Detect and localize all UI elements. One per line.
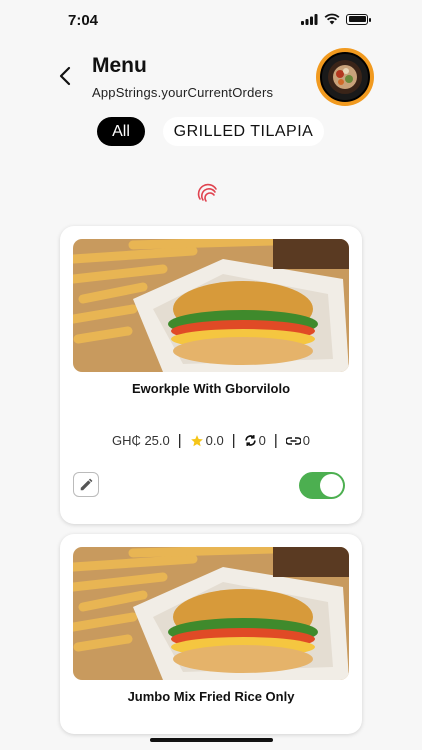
battery-icon bbox=[346, 13, 371, 25]
star-icon bbox=[190, 434, 203, 446]
price-stat: GH₵ 25.0 bbox=[112, 433, 170, 448]
restaurant-logo-avatar bbox=[320, 52, 370, 102]
status-bar: 7:04 bbox=[0, 0, 422, 44]
link-icon bbox=[285, 436, 301, 445]
reorder-stat: 0 bbox=[244, 433, 266, 448]
price-value: GH₵ 25.0 bbox=[111, 433, 170, 448]
chevron-left-icon bbox=[59, 66, 71, 86]
status-time: 7:04 bbox=[68, 12, 99, 29]
filter-chip-all[interactable]: All bbox=[97, 117, 145, 146]
status-icons bbox=[301, 13, 371, 25]
signal-icon bbox=[301, 13, 318, 25]
menu-item-name: Eworkple With Gborvilolo bbox=[131, 381, 291, 396]
food-image bbox=[73, 547, 349, 680]
edit-button[interactable] bbox=[73, 472, 99, 497]
availability-toggle[interactable] bbox=[299, 472, 345, 499]
toggle-knob bbox=[320, 474, 343, 497]
stat-divider: | bbox=[231, 432, 236, 449]
home-indicator bbox=[150, 738, 273, 742]
food-image bbox=[73, 239, 349, 372]
share-stat: 0 bbox=[285, 433, 311, 448]
menu-item-name: Jumbo Mix Fried Rice Only bbox=[127, 689, 295, 704]
avatar[interactable] bbox=[316, 48, 374, 106]
pencil-icon bbox=[80, 478, 93, 490]
rating-stat: 0.0 bbox=[190, 433, 224, 448]
page-title: Menu bbox=[92, 54, 147, 77]
wifi-icon bbox=[324, 13, 340, 25]
stat-divider: | bbox=[177, 432, 182, 449]
menu-item-card[interactable]: Eworkple With Gborvilolo GH₵ 25.0 | 0.0 … bbox=[60, 226, 362, 524]
filter-chip-grilled-tilapia[interactable]: GRILLED TILAPIA bbox=[163, 117, 324, 146]
spinner-icon bbox=[197, 183, 217, 202]
back-button[interactable] bbox=[52, 63, 78, 89]
menu-item-card[interactable]: Jumbo Mix Fried Rice Only bbox=[60, 534, 362, 734]
refresh-icon bbox=[245, 435, 256, 446]
page-subtitle: AppStrings.yourCurrentOrders bbox=[92, 85, 274, 100]
stat-divider: | bbox=[273, 432, 278, 449]
rating-value: 0.0 bbox=[205, 433, 224, 448]
reorder-value: 0 bbox=[258, 433, 266, 448]
menu-item-stats: GH₵ 25.0 | 0.0 | 0 | 0 bbox=[60, 432, 362, 449]
share-value: 0 bbox=[302, 433, 311, 448]
